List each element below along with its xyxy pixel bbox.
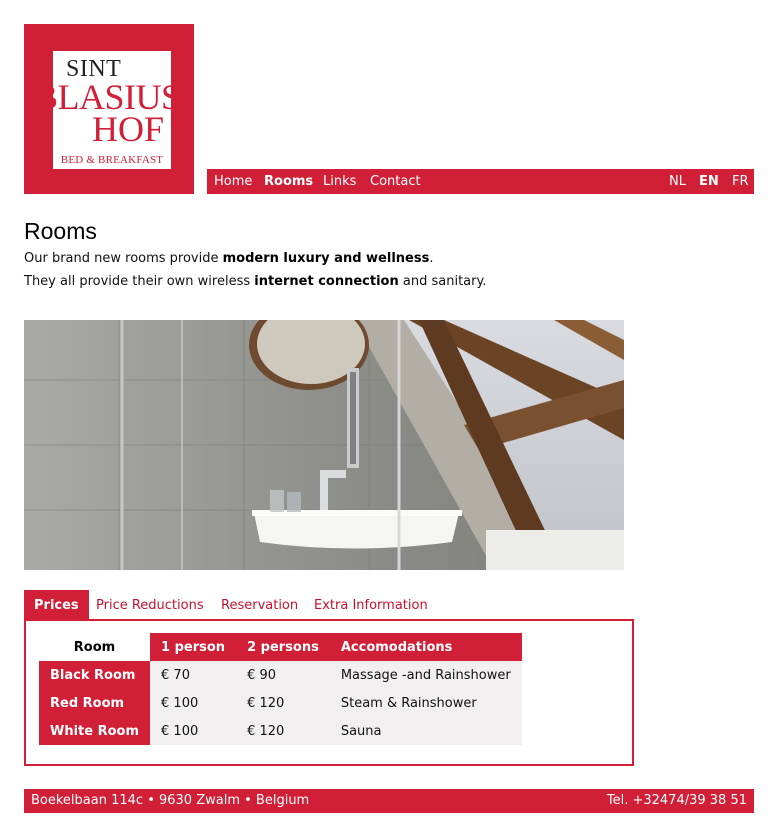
price-2-persons: € 90 [236,661,330,689]
footer: Boekelbaan 114c • 9630 Zwalm • Belgium T… [24,789,754,813]
table-row: White Room € 100 € 120 Sauna [39,717,522,745]
header-room: Room [39,633,151,661]
logo-tagline: BED & BREAKFAST [60,154,164,166]
nav-links[interactable]: Links [323,169,356,194]
lang-en[interactable]: EN [699,169,719,194]
footer-phone[interactable]: Tel. +32474/39 38 51 [607,789,747,813]
price-1-person: € 100 [150,689,237,717]
intro-line-1: Our brand new rooms provide modern luxur… [24,251,434,266]
header-1-person: 1 person [150,633,237,661]
table-row: Red Room € 100 € 120 Steam & Rainshower [39,689,522,717]
nav-home[interactable]: Home [214,169,252,194]
room-name: Red Room [39,689,151,717]
prices-table: Room 1 person 2 persons Accomodations Bl… [39,633,522,745]
main-nav: Home Rooms Links Contact NL EN FR [207,169,754,194]
intro-highlight-2: internet connection [254,274,399,289]
price-1-person: € 100 [150,717,237,745]
nav-rooms[interactable]: Rooms [264,169,313,194]
table-row: Black Room € 70 € 90 Massage -and Rainsh… [39,661,522,689]
accomodation: Sauna [329,717,522,745]
accomodation: Steam & Rainshower [329,689,522,717]
price-1-person: € 70 [150,661,237,689]
intro-line-2: They all provide their own wireless inte… [24,274,487,289]
lang-fr[interactable]: FR [732,169,749,194]
lang-nl[interactable]: NL [669,169,686,194]
header-accomodations: Accomodations [329,633,522,661]
logo[interactable]: SINT BLASIUS HOF BED & BREAKFAST [24,24,194,194]
tab-prices[interactable]: Prices [24,590,89,620]
table-header-row: Room 1 person 2 persons Accomodations [39,633,522,661]
price-2-persons: € 120 [236,717,330,745]
logo-hof: HOF [92,109,165,149]
accomodation: Massage -and Rainshower [329,661,522,689]
room-photo [24,320,624,570]
intro-highlight-1: modern luxury and wellness [222,251,430,266]
header-2-persons: 2 persons [236,633,330,661]
nav-contact[interactable]: Contact [370,169,421,194]
price-2-persons: € 120 [236,689,330,717]
footer-address: Boekelbaan 114c • 9630 Zwalm • Belgium [31,793,310,808]
tab-extra-information[interactable]: Extra Information [314,590,428,620]
tab-reservation[interactable]: Reservation [221,590,298,620]
room-name: White Room [39,717,151,745]
tab-price-reductions[interactable]: Price Reductions [96,590,204,620]
page-title: Rooms [24,218,97,244]
bathroom-image [24,320,624,570]
prices-panel: Room 1 person 2 persons Accomodations Bl… [24,619,634,766]
room-name: Black Room [39,661,151,689]
